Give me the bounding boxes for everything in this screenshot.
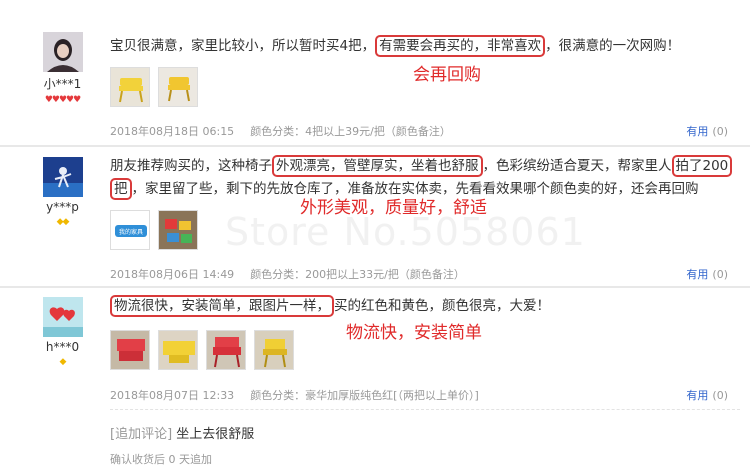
followup-note: 确认收货后 0 天追加 [110,453,212,466]
followup-separator [110,409,740,411]
review-images: 我的家具 [110,210,198,250]
review-image[interactable] [206,330,246,370]
thumb-logo: 我的家具 [119,228,143,236]
review-image[interactable]: 我的家具 [110,210,150,250]
useful-button[interactable]: 有用 [686,389,708,402]
avatar[interactable] [42,32,83,72]
highlight-box: 把 [110,178,132,200]
store-watermark: Store No.5058061 [225,210,586,254]
followup-text: 坐上去很舒服 [176,427,255,442]
review-meta: 2018年08月18日 06:15 颜色分类：4把以上39元/把（颜色备注） [110,123,451,139]
review-meta: 2018年08月06日 14:49 颜色分类：200把以上33元/把（颜色备注） [110,266,465,282]
review-date: 2018年08月06日 14:49 [110,268,235,281]
followup-tag: [追加评论] [110,427,173,442]
review-date: 2018年08月07日 12:33 [110,389,235,402]
username: 小***1 [43,77,82,91]
diamond-rank-icons: ◆ [59,357,67,367]
review-text: 物流很快，安装简单，跟图片一样， 买的红色和黄色，颜色很亮，大爱！ [110,295,735,318]
review-variant: 颜色分类：200把以上33元/把（颜色备注） [250,268,465,281]
annotation-label: 会再回购 [413,65,481,85]
reviewer-info: 小***1 ♥♥♥♥♥ [35,32,90,105]
highlight-box: 有需要会再买的，非常喜欢 [375,35,546,57]
useful-button[interactable]: 有用 [686,125,708,138]
review-image[interactable] [110,330,150,370]
highlight-box: 拍了200 [671,155,733,177]
useful-count: (0) [712,268,728,281]
username: h***0 [45,340,80,354]
divider [0,286,750,288]
highlight-box: 外观漂亮，管壁厚实，坐着也舒服 [272,155,483,177]
annotation-label: 物流快，安装简单 [346,323,482,343]
review-image[interactable] [158,67,198,107]
review-variant: 颜色分类：4把以上39元/把（颜色备注） [250,125,451,138]
review-text: 宝贝很满意，家里比较小，所以暂时买4把， 有需要会再买的，非常喜欢 ，很满意的一次网… [110,35,735,58]
review-meta: 2018年08月07日 12:33 颜色分类：豪华加厚版纯色红[（两把以上单价）] [110,387,479,403]
review-image[interactable] [110,67,150,107]
useful-count: (0) [712,125,728,138]
heart-rank-icons: ♥♥♥♥♥ [44,95,81,105]
review-images [110,330,294,370]
review-image[interactable] [158,330,198,370]
reviewer-info: h***0 ◆ [35,297,90,367]
useful-control: 有用 (0) [686,266,728,282]
useful-button[interactable]: 有用 [686,268,708,281]
avatar[interactable] [42,157,83,197]
reviewer-info: y***p ◆◆ [35,157,90,227]
review-images [110,67,198,107]
review-variant: 颜色分类：豪华加厚版纯色红[（两把以上单价）] [250,389,479,402]
username: y***p [46,200,79,214]
followup-comment: [追加评论] 坐上去很舒服 [110,423,254,442]
diamond-rank-icons: ◆◆ [56,217,70,227]
highlight-box: 物流很快，安装简单，跟图片一样， [110,295,334,317]
useful-control: 有用 (0) [686,387,728,403]
divider [0,145,750,147]
useful-count: (0) [712,389,728,402]
avatar[interactable] [42,297,83,337]
review-date: 2018年08月18日 06:15 [110,125,235,138]
review-image[interactable] [158,210,198,250]
useful-control: 有用 (0) [686,123,728,139]
review-image[interactable] [254,330,294,370]
